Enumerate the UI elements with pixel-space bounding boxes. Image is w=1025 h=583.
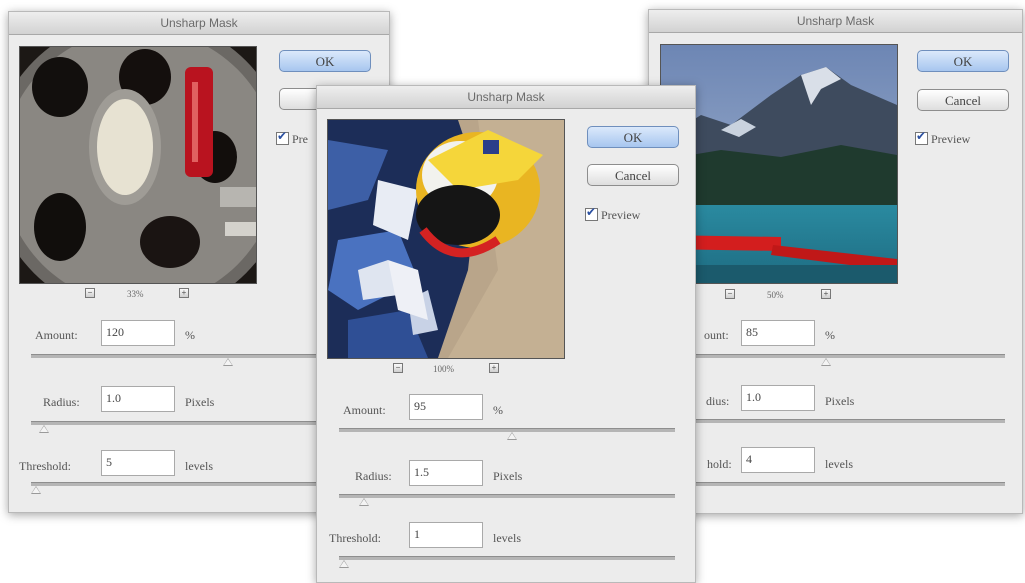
amount-slider-thumb[interactable]: [821, 358, 831, 366]
amount-unit: %: [825, 328, 835, 342]
preview-checkbox-label: Pre: [292, 132, 308, 146]
preview-checkbox-label: Preview: [601, 208, 641, 222]
radius-unit: Pixels: [493, 469, 523, 483]
unsharp-mask-dialog-right: Unsharp Mask OK Cancel ✔Preview − 50% + …: [648, 9, 1023, 514]
amount-slider-thumb[interactable]: [223, 358, 233, 366]
dialog-titlebar[interactable]: Unsharp Mask: [649, 10, 1022, 33]
radius-label: Radius:: [43, 395, 80, 409]
radius-unit: Pixels: [825, 394, 855, 408]
amount-unit: %: [493, 403, 503, 417]
radius-input[interactable]: 1.5: [409, 460, 483, 486]
cancel-button[interactable]: Cancel: [917, 89, 1009, 111]
motocross-preview-graphic: [328, 120, 564, 358]
wheel-preview-graphic: [20, 47, 256, 283]
amount-input[interactable]: 95: [409, 394, 483, 420]
checkbox-checked-icon[interactable]: [585, 205, 598, 221]
preview-checkbox[interactable]: Pre: [276, 129, 308, 147]
amount-label: Amount:: [35, 328, 78, 342]
amount-unit: %: [185, 328, 195, 342]
preview-checkbox[interactable]: Preview: [915, 129, 971, 147]
zoom-level: 100%: [433, 364, 454, 374]
radius-unit: Pixels: [185, 395, 215, 409]
radius-slider-thumb[interactable]: [359, 498, 369, 506]
preview-image-wheel[interactable]: [19, 46, 257, 284]
zoom-in-button[interactable]: +: [489, 363, 499, 373]
threshold-slider-thumb[interactable]: [31, 486, 41, 494]
mountain-lake-preview-graphic: [661, 45, 897, 283]
preview-checkbox[interactable]: Preview: [585, 205, 641, 223]
amount-label: Amount:: [343, 403, 386, 417]
zoom-out-button[interactable]: −: [725, 289, 735, 299]
threshold-input[interactable]: 1: [409, 522, 483, 548]
zoom-in-button[interactable]: +: [179, 288, 189, 298]
threshold-label: Threshold:: [19, 459, 71, 473]
threshold-label: Threshold:: [329, 531, 381, 545]
threshold-unit: levels: [185, 459, 213, 473]
threshold-slider-track[interactable]: [339, 556, 675, 560]
radius-label: Radius:: [355, 469, 392, 483]
checkbox-checked-icon[interactable]: [276, 129, 289, 145]
zoom-out-button[interactable]: −: [393, 363, 403, 373]
zoom-level: 50%: [767, 290, 784, 300]
amount-slider-thumb[interactable]: [507, 432, 517, 440]
dialog-titlebar[interactable]: Unsharp Mask: [9, 12, 389, 35]
zoom-level: 33%: [127, 289, 144, 299]
amount-label: ount:: [704, 328, 729, 342]
preview-image-motocross[interactable]: [327, 119, 565, 359]
radius-label: dius:: [706, 394, 730, 408]
threshold-slider-track[interactable]: [689, 482, 1005, 486]
radius-slider-thumb[interactable]: [39, 425, 49, 433]
threshold-label: hold:: [707, 457, 732, 471]
threshold-input[interactable]: 4: [741, 447, 815, 473]
threshold-slider-thumb[interactable]: [339, 560, 349, 568]
cancel-button[interactable]: Cancel: [587, 164, 679, 186]
threshold-unit: levels: [493, 531, 521, 545]
zoom-in-button[interactable]: +: [821, 289, 831, 299]
zoom-out-button[interactable]: −: [85, 288, 95, 298]
threshold-unit: levels: [825, 457, 853, 471]
radius-input[interactable]: 1.0: [101, 386, 175, 412]
checkbox-checked-icon[interactable]: [915, 129, 928, 145]
radius-input[interactable]: 1.0: [741, 385, 815, 411]
radius-slider-track[interactable]: [339, 494, 675, 498]
dialog-titlebar[interactable]: Unsharp Mask: [317, 86, 695, 109]
threshold-input[interactable]: 5: [101, 450, 175, 476]
amount-input[interactable]: 85: [741, 320, 815, 346]
ok-button[interactable]: OK: [587, 126, 679, 148]
amount-input[interactable]: 120: [101, 320, 175, 346]
radius-slider-track[interactable]: [689, 419, 1005, 423]
ok-button[interactable]: OK: [279, 50, 371, 72]
unsharp-mask-dialog-middle: Unsharp Mask OK Cancel Preview − 100% + …: [316, 85, 696, 583]
preview-checkbox-label: Preview: [931, 132, 971, 146]
amount-slider-track[interactable]: [689, 354, 1005, 358]
ok-button[interactable]: OK: [917, 50, 1009, 72]
